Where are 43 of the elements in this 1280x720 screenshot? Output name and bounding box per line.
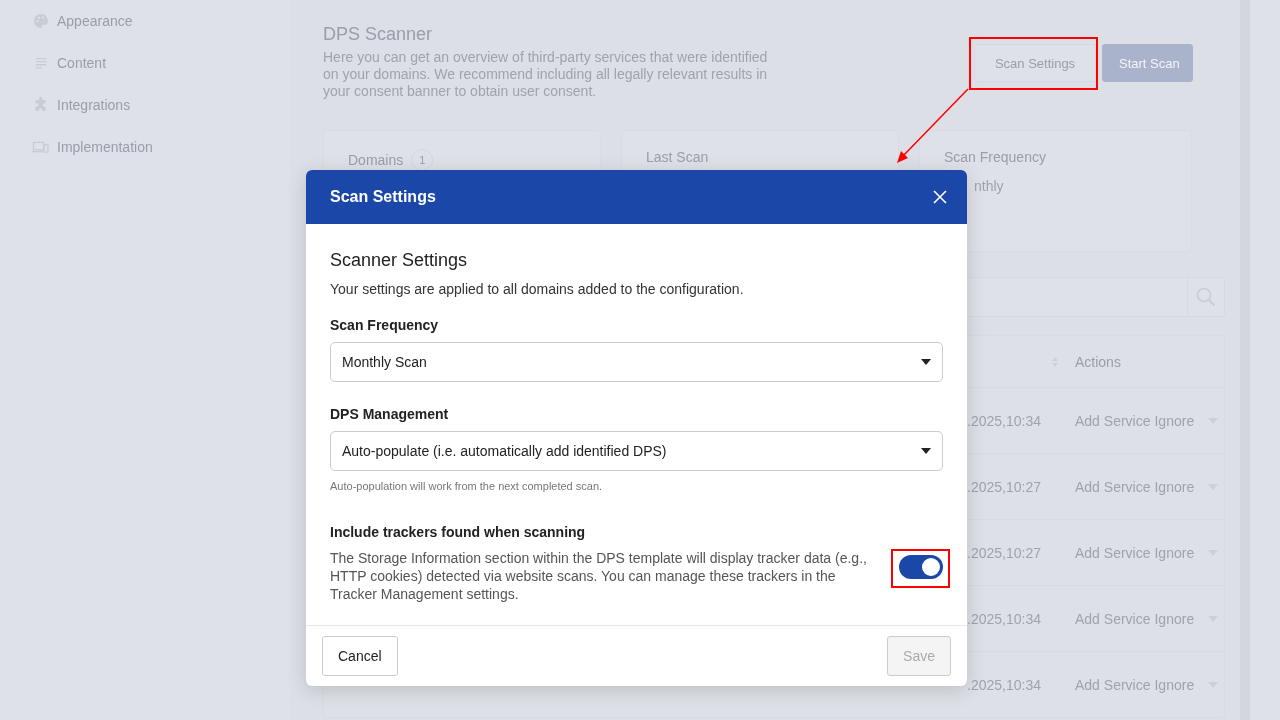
table-cell: .2025,10:34 bbox=[967, 412, 1041, 429]
cancel-button[interactable]: Cancel bbox=[322, 636, 398, 676]
stat-label: Last Scan bbox=[646, 149, 709, 165]
caret-icon bbox=[921, 359, 931, 365]
dialog-title: Scan Settings bbox=[330, 188, 436, 206]
ignore-link[interactable]: Ignore bbox=[1154, 610, 1195, 627]
caret-icon bbox=[921, 448, 931, 454]
toggle-switch[interactable] bbox=[899, 555, 943, 579]
table-cell: .2025,10:27 bbox=[967, 544, 1041, 561]
sidebar-item[interactable]: Implementation bbox=[0, 136, 290, 158]
section-subtitle: Your settings are applied to all domains added to the configuration. bbox=[330, 281, 745, 297]
dropdown[interactable]: Monthly Scan bbox=[330, 342, 943, 382]
field-hint: Auto-population will work from the next completed scan. bbox=[330, 480, 604, 492]
dropdown[interactable]: Auto-populate (i.e. automatically add identified DPS) bbox=[330, 431, 943, 471]
sidebar-item[interactable]: Content bbox=[0, 52, 290, 74]
table-cell: .2025,10:27 bbox=[967, 478, 1041, 495]
stat-value: nthly bbox=[973, 178, 1005, 194]
sidebar-item[interactable]: Appearance bbox=[0, 10, 290, 32]
field-label: Include trackers found when scanning bbox=[330, 524, 587, 540]
column-header: Actions bbox=[1075, 353, 1121, 370]
ignore-link[interactable]: Ignore bbox=[1154, 676, 1195, 693]
section-heading: Scanner Settings bbox=[330, 250, 469, 271]
add-service-link[interactable]: Add Service bbox=[1075, 676, 1151, 693]
sidebar-item[interactable]: Integrations bbox=[0, 94, 290, 116]
ignore-link[interactable]: Ignore bbox=[1154, 478, 1195, 495]
stat-label: Scan Frequency bbox=[944, 149, 1046, 165]
ignore-link[interactable]: Ignore bbox=[1154, 544, 1195, 561]
add-service-link[interactable]: Add Service bbox=[1075, 544, 1151, 561]
page-title: DPS Scanner bbox=[323, 24, 434, 45]
highlight-frame bbox=[891, 549, 950, 588]
field-label: DPS Management bbox=[330, 406, 450, 422]
table-cell: .2025,10:34 bbox=[967, 610, 1041, 627]
add-service-link[interactable]: Add Service bbox=[1075, 610, 1151, 627]
table-cell: .2025,10:34 bbox=[967, 676, 1041, 693]
start-button[interactable]: Start Scan bbox=[1102, 44, 1193, 82]
add-service-link[interactable]: Add Service bbox=[1075, 412, 1151, 429]
page-description: Here you can get an overview of third-party services that were identified on your domains. We recommend including all legally relevant results in your consent banner to obtain user consent. bbox=[323, 49, 769, 100]
field-label: Scan Frequency bbox=[330, 317, 440, 333]
toggle-description: The Storage Information section within the DPS template will display tracker data (e.g., HTTP cookies) detected via website scans. You can manage these trackers in the Tracker Management settings. bbox=[330, 549, 868, 603]
add-service-link[interactable]: Add Service bbox=[1075, 478, 1151, 495]
settings-button[interactable]: Scan Settings bbox=[974, 44, 1096, 82]
ignore-link[interactable]: Ignore bbox=[1154, 412, 1195, 429]
stat-label: Domains bbox=[348, 152, 404, 168]
